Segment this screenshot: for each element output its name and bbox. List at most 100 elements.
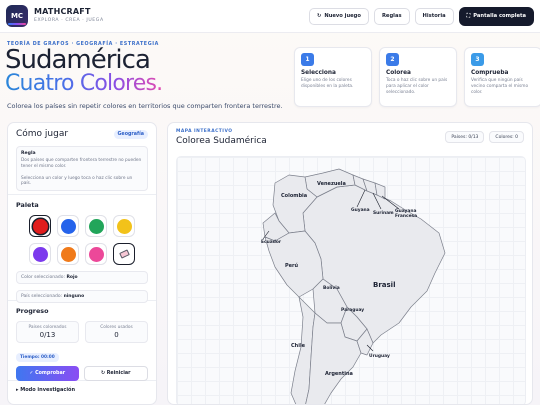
south-america-map[interactable]: Venezuela Colombia Guyana Surinam Guayan… — [177, 157, 526, 405]
label-guayana-francesa-2: Francesa — [395, 213, 417, 219]
label-ecuador: Ecuador — [261, 239, 282, 245]
step-text: Toca o haz clic sobre un país para aplic… — [386, 78, 448, 96]
rules-button[interactable]: Reglas — [373, 7, 410, 25]
fullscreen-label: Pantalla completa — [473, 13, 526, 19]
swatch-color — [60, 218, 76, 234]
map-panel: MAPA INTERACTIVO Colorea Sudamérica País… — [167, 122, 533, 405]
swatch-amarillo[interactable] — [113, 215, 135, 237]
brand-tagline: EXPLORA · CREA · JUEGA — [34, 18, 104, 24]
howto-section: Cómo jugar Geografía Regla Dos países qu… — [8, 123, 156, 195]
rule-box: Regla Dos países que comparten frontera … — [16, 146, 148, 192]
progress-stats: Países coloreados 0/13 Colores usados 0 — [16, 321, 148, 343]
label-argentina: Argentina — [325, 371, 353, 377]
step-card-3: 3 Comprueba Verifica que ningún país vec… — [464, 47, 540, 107]
logo-text: MC — [10, 12, 24, 20]
selected-color-value: Rojo — [66, 275, 78, 280]
step-text: Verifica que ningún país vecino comparta… — [471, 78, 529, 96]
palette-section: Paleta Color seleccionado: Rojo País sel… — [8, 195, 156, 303]
hero-title-line2: Cuatro Colores. — [5, 71, 163, 96]
step-number: 1 — [301, 53, 314, 66]
colors-pill: Colores: 0 — [489, 131, 524, 143]
step-title: Selecciona — [301, 70, 336, 76]
selected-color-row: Color seleccionado: Rojo — [16, 271, 148, 284]
step-number: 3 — [471, 53, 484, 66]
swatch-color — [32, 246, 48, 262]
map-stats: Países: 0/13 Colores: 0 — [445, 131, 524, 143]
eraser-button[interactable] — [113, 243, 135, 265]
rule-text: Dos países que comparten frontera terres… — [21, 158, 142, 170]
selected-country-label: País seleccionado: — [21, 294, 63, 299]
palette-grid — [16, 215, 148, 265]
swatch-verde[interactable] — [85, 215, 107, 237]
reset-button[interactable]: ↻ Reiniciar — [83, 366, 148, 381]
eraser-icon — [118, 249, 130, 259]
swatch-rosa[interactable] — [85, 243, 107, 265]
control-panel: Cómo jugar Geografía Regla Dos países qu… — [7, 122, 157, 405]
colors-used-label: Colores usados — [100, 325, 133, 330]
rules-label: Reglas — [381, 13, 402, 19]
brand-name: MATHCRAFT — [34, 7, 91, 17]
label-paraguay: Paraguay — [341, 307, 364, 313]
investigation-toggle[interactable]: ▸ Modo investigación — [8, 381, 156, 399]
step-card-1: 1 Selecciona Elige uno de los colores di… — [294, 47, 372, 107]
progress-actions: ✓ Comprobar ↻ Reiniciar — [16, 366, 148, 381]
check-button[interactable]: ✓ Comprobar — [16, 366, 79, 381]
label-bolivia: Bolivia — [323, 285, 340, 291]
colors-used-value: 0 — [114, 331, 119, 339]
map-title: Colorea Sudamérica — [176, 136, 267, 146]
swatch-color — [60, 246, 76, 262]
fullscreen-button[interactable]: ⛶ Pantalla completa — [458, 6, 534, 26]
swatch-color — [88, 246, 104, 262]
history-label: Historia — [422, 13, 446, 19]
label-uruguay: Uruguay — [369, 353, 390, 359]
fullscreen-icon: ⛶ — [466, 12, 471, 19]
swatch-color — [32, 218, 48, 234]
header-actions: ↻ Nuevo juego Reglas Historia ⛶ Pantalla c… — [309, 6, 534, 26]
colored-count-box: Países coloreados 0/13 — [16, 321, 79, 343]
new-game-button[interactable]: ↻ Nuevo juego — [309, 7, 369, 25]
swatch-color — [116, 218, 132, 234]
history-button[interactable]: Historia — [414, 7, 454, 25]
map-eyebrow: MAPA INTERACTIVO — [176, 129, 233, 134]
brand: MATHCRAFT EXPLORA · CREA · JUEGA — [34, 8, 104, 24]
selected-color-label: Color seleccionado: — [21, 275, 65, 280]
step-number: 2 — [386, 53, 399, 66]
step-text: Elige uno de los colores disponibles en … — [301, 78, 354, 90]
app-header: MC MATHCRAFT EXPLORA · CREA · JUEGA ↻ Nue… — [0, 0, 540, 33]
label-brasil: Brasil — [373, 281, 395, 289]
category-badge: Geografía — [113, 129, 148, 139]
progress-title: Progreso — [16, 307, 49, 315]
howto-header: Cómo jugar Geografía — [16, 129, 148, 139]
swatch-rojo[interactable] — [29, 215, 51, 237]
label-venezuela: Venezuela — [317, 181, 346, 187]
rule-label: Regla — [21, 151, 36, 156]
hero-title-line1: Sudamérica — [5, 45, 151, 75]
hero-lead: Colorea los países sin repetir colores e… — [7, 102, 283, 110]
step-title: Colorea — [386, 70, 411, 76]
colored-count-label: Países coloreados — [28, 325, 67, 330]
countries-pill: Países: 0/13 — [445, 131, 485, 143]
progress-section: Progreso Países coloreados 0/13 Colores … — [8, 301, 156, 381]
label-peru: Perú — [285, 262, 299, 269]
step-card-2: 2 Colorea Toca o haz clic sobre un país … — [379, 47, 457, 107]
label-colombia: Colombia — [281, 193, 307, 199]
refresh-icon: ↻ — [317, 13, 322, 19]
colored-count-value: 0/13 — [39, 331, 56, 339]
swatch-naranja[interactable] — [57, 243, 79, 265]
howto-title: Cómo jugar — [16, 129, 69, 139]
swatch-morado[interactable] — [29, 243, 51, 265]
swatch-color — [88, 218, 104, 234]
map-canvas[interactable]: Venezuela Colombia Guyana Surinam Guayan… — [176, 156, 526, 405]
instruction-text: Selecciona un color y luego toca o haz c… — [21, 176, 133, 187]
label-chile: Chile — [291, 343, 306, 349]
new-game-label: Nuevo juego — [324, 13, 361, 19]
app-logo[interactable]: MC — [6, 5, 28, 27]
steps: 1 Selecciona Elige uno de los colores di… — [294, 47, 540, 107]
timer-badge: Tiempo: 00:00 — [16, 353, 59, 362]
colors-used-box: Colores usados 0 — [85, 321, 148, 343]
selected-country-value: ninguno — [63, 294, 85, 299]
label-guyana: Guyana — [351, 207, 370, 213]
swatch-azul[interactable] — [57, 215, 79, 237]
step-title: Comprueba — [471, 70, 509, 76]
palette-title: Paleta — [16, 201, 39, 209]
